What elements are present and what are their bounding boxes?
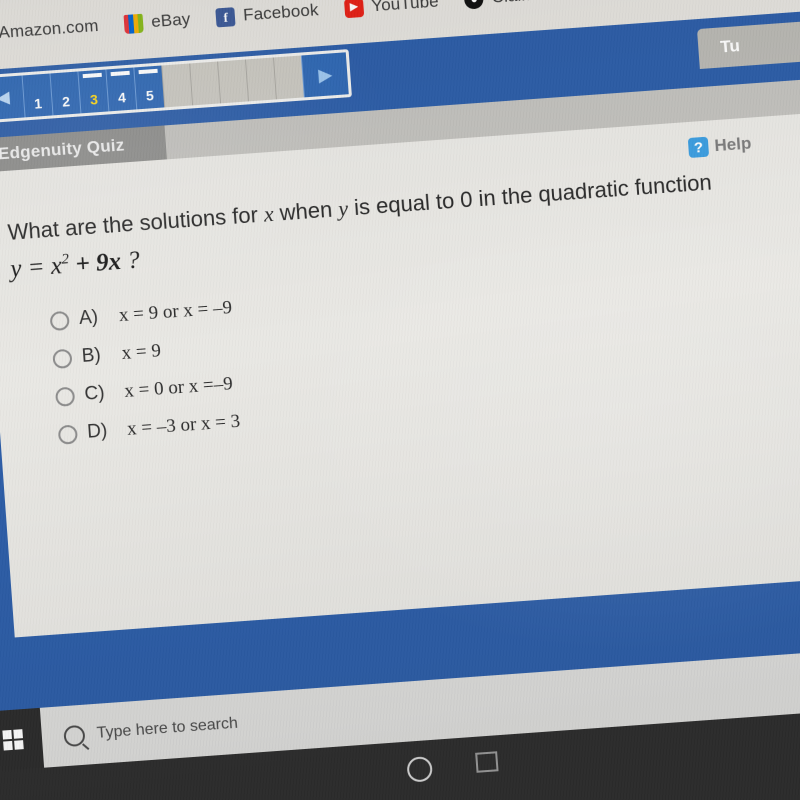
bookmark-ebay[interactable]: eBay xyxy=(123,9,191,34)
bookmark-label: YouTube xyxy=(370,0,440,16)
ebay-icon xyxy=(123,13,144,34)
answer-choice-d[interactable]: D) x = –3 or x = 3 xyxy=(57,410,241,446)
pager-cell-3-active[interactable]: 3 xyxy=(77,69,109,114)
bookmark-label: eBay xyxy=(150,9,191,32)
choice-text: x = 9 xyxy=(120,340,162,365)
bookmark-claimant-page[interactable]: ● Claimant Page xyxy=(463,0,605,10)
radio-button-b[interactable] xyxy=(52,348,73,369)
formula-question-mark: ? xyxy=(120,246,141,276)
pager-cell-6[interactable] xyxy=(161,63,193,108)
radio-button-d[interactable] xyxy=(57,423,78,445)
start-button[interactable] xyxy=(0,707,45,772)
formula-rest: + 9 xyxy=(68,249,110,279)
answer-choices: A) x = 9 or x = –9 B) x = 9 C) x = 0 or … xyxy=(49,297,242,462)
radio-button-a[interactable] xyxy=(49,310,70,331)
windows-logo-icon xyxy=(2,729,24,751)
search-icon xyxy=(63,724,86,747)
facebook-icon: f xyxy=(215,6,236,27)
pager-cell-1[interactable]: 1 xyxy=(21,73,53,118)
pager-cell-7[interactable] xyxy=(189,61,221,106)
pager-cell-8[interactable] xyxy=(217,59,249,104)
pager-cells: 1 2 3 4 5 xyxy=(21,55,304,118)
search-placeholder: Type here to search xyxy=(96,714,239,742)
corner-tab[interactable]: Tu xyxy=(696,20,800,70)
radio-button-c[interactable] xyxy=(54,386,76,407)
choice-letter: A) xyxy=(78,306,99,330)
answer-choice-c[interactable]: C) x = 0 or x =–9 xyxy=(54,373,238,408)
task-view-icon[interactable] xyxy=(475,751,499,773)
answer-choice-b[interactable]: B) x = 9 xyxy=(52,335,235,370)
pager-prev-button[interactable]: ◀ xyxy=(0,75,25,121)
choice-letter: D) xyxy=(86,420,109,443)
choice-text: x = 9 or x = –9 xyxy=(118,297,233,327)
claimant-page-icon: ● xyxy=(463,0,485,10)
pager-cell-4[interactable]: 4 xyxy=(105,67,137,112)
pager-cell-5[interactable]: 5 xyxy=(133,65,165,110)
question-part-2: when xyxy=(272,196,340,226)
quiz-title-label: Edgenuity Quiz xyxy=(0,135,126,164)
pager-cell-2[interactable]: 2 xyxy=(49,71,81,116)
help-icon: ? xyxy=(687,136,710,159)
question-text: What are the solutions for x when y is e… xyxy=(7,157,800,287)
pager-cell-10[interactable] xyxy=(272,55,304,100)
youtube-icon: ▶ xyxy=(343,0,365,18)
choice-letter: B) xyxy=(81,344,102,367)
monitor-screen: a Amazon.com eBay f Facebook ▶ YouTube ●… xyxy=(0,0,800,800)
photographed-screen: a Amazon.com eBay f Facebook ▶ YouTube ●… xyxy=(0,0,800,800)
answer-choice-a[interactable]: A) x = 9 or x = –9 xyxy=(49,297,233,332)
pager-next-button[interactable]: ▶ xyxy=(300,52,349,98)
bookmark-amazon[interactable]: a Amazon.com xyxy=(0,16,99,45)
choice-text: x = –3 or x = 3 xyxy=(126,410,241,440)
choice-text: x = 0 or x =–9 xyxy=(123,373,234,402)
choice-letter: C) xyxy=(83,382,106,405)
help-button[interactable]: ? Help xyxy=(687,133,752,159)
cortana-icon[interactable] xyxy=(406,755,434,783)
bookmark-label: Amazon.com xyxy=(0,15,100,43)
bookmark-youtube[interactable]: ▶ YouTube xyxy=(343,0,440,18)
quiz-content-panel: ? Help What are the solutions for x when… xyxy=(0,77,800,638)
bookmark-label: Claimant Page xyxy=(491,0,605,8)
bookmark-facebook[interactable]: f Facebook xyxy=(215,0,320,27)
help-label: Help xyxy=(713,133,752,156)
pager-cell-9[interactable] xyxy=(245,57,276,102)
formula-equals: = xyxy=(20,253,52,283)
bookmark-label: Facebook xyxy=(242,0,320,25)
